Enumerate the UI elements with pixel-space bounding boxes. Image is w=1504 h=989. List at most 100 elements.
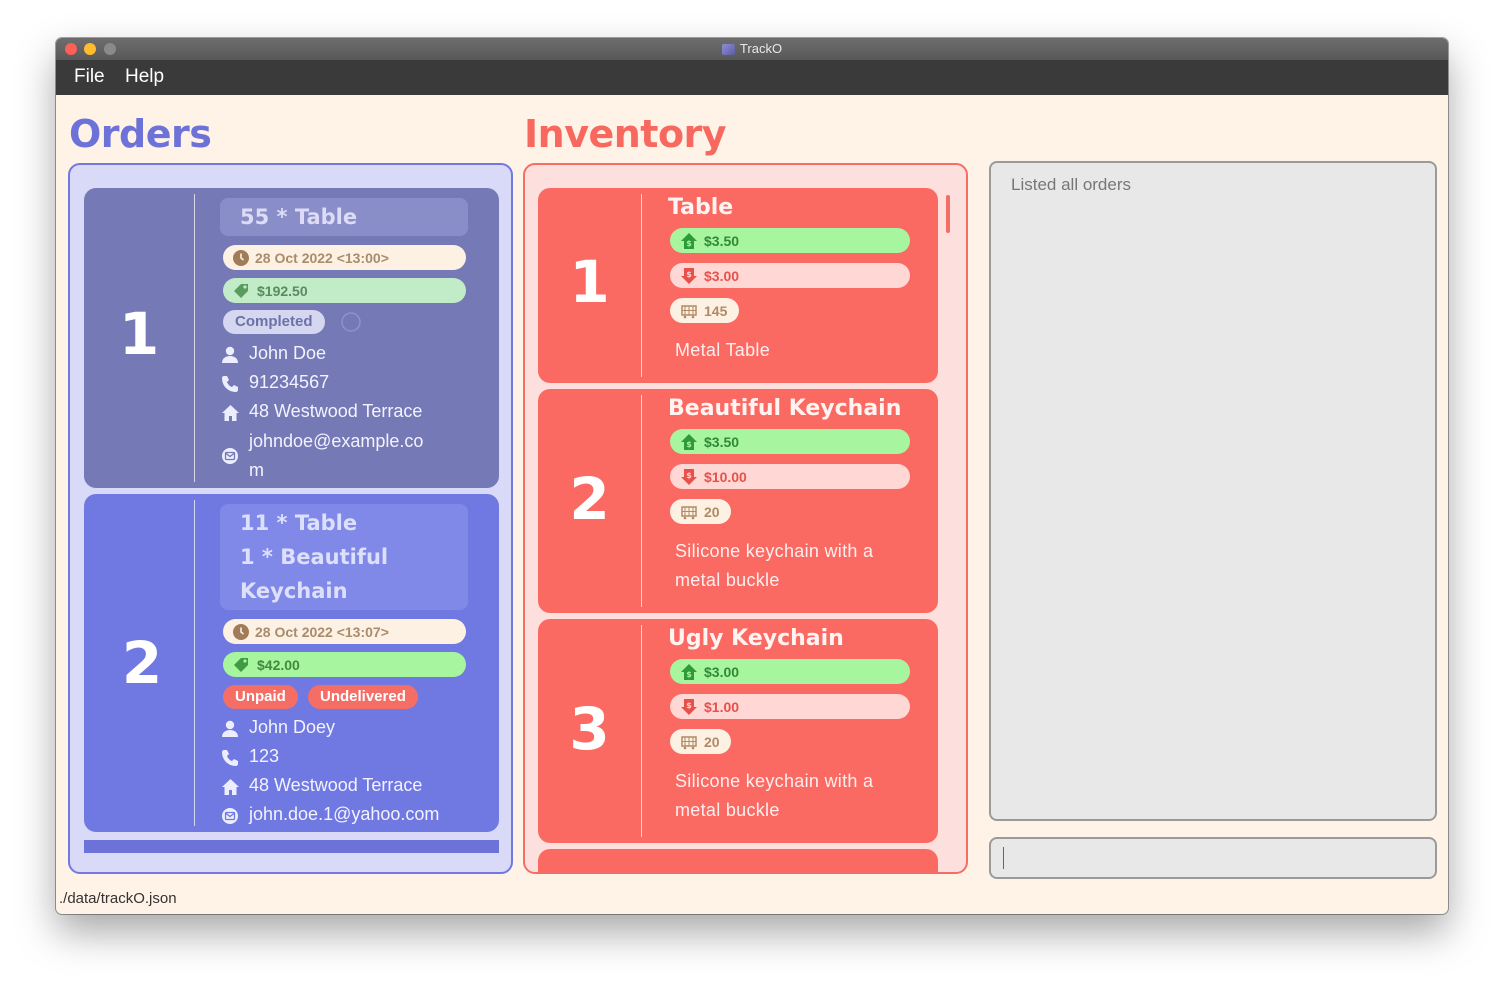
menu-file[interactable]: File <box>74 66 105 88</box>
customer-name-row: John Doey <box>220 717 335 738</box>
phone-row: 123 <box>220 746 279 767</box>
orders-heading: Orders <box>69 112 212 156</box>
svg-text:$: $ <box>686 270 692 279</box>
quantity-text: 145 <box>704 302 728 319</box>
minimize-window-button[interactable] <box>84 43 96 55</box>
result-message: Listed all orders <box>1011 175 1132 194</box>
order-items: 55 * Table <box>220 198 468 236</box>
phone-icon <box>222 376 238 392</box>
cost-price-text: $3.00 <box>704 267 740 284</box>
svg-text:$: $ <box>686 670 692 679</box>
item-description: Silicone keychain with a metal buckle <box>675 541 874 590</box>
cost-price-text: $10.00 <box>704 468 747 485</box>
vertical-scrollbar[interactable] <box>946 195 950 233</box>
card-divider <box>641 194 642 377</box>
order-index: 1 <box>118 300 160 368</box>
order-date-text: 28 Oct 2022 <13:00> <box>255 249 389 266</box>
customer-address: 48 Westwood Terrace <box>249 775 423 795</box>
phone-icon <box>222 750 238 766</box>
status-badge-unpaid: Unpaid <box>223 685 298 709</box>
sell-price-text: $3.50 <box>704 433 740 450</box>
cost-price-icon: $ <box>681 698 697 715</box>
zoom-window-button[interactable] <box>104 43 116 55</box>
order-list-panel[interactable]: 1 55 * Table 28 Oct 2022 <13:00> $192.50… <box>68 163 513 874</box>
home-icon <box>221 779 239 795</box>
item-description: Metal Table <box>675 340 771 360</box>
order-card[interactable]: 1 55 * Table 28 Oct 2022 <13:00> $192.50… <box>84 188 499 488</box>
quantity: 20 <box>670 499 731 524</box>
address-row: 48 Westwood Terrace <box>220 401 422 422</box>
inventory-card[interactable]: 1 Table $ $3.50 $ $3.00 145 Metal Table <box>538 188 938 383</box>
svg-text:$: $ <box>686 239 692 248</box>
status-badge-undelivered: Undelivered <box>308 685 418 709</box>
customer-email: john.doe.1@yahoo.com <box>249 804 440 824</box>
cost-price-icon: $ <box>681 267 697 284</box>
quantity-text: 20 <box>704 503 720 520</box>
customer-address: 48 Westwood Terrace <box>249 401 423 421</box>
cost-price-text: $1.00 <box>704 698 740 715</box>
person-icon <box>222 720 238 737</box>
item-name: Ugly Keychain <box>668 626 844 651</box>
command-input[interactable] <box>989 837 1437 879</box>
cost-price: $ $10.00 <box>670 464 910 489</box>
price-tag-icon <box>234 283 248 298</box>
quantity: 145 <box>670 298 739 323</box>
inventory-card[interactable]: 2 Beautiful Keychain $ $3.50 $ $10.00 20… <box>538 389 938 613</box>
email-icon <box>222 808 238 824</box>
price-tag-icon <box>234 657 248 672</box>
email-row: johndoe@example.co​m <box>220 430 425 485</box>
cost-price: $ $3.00 <box>670 263 910 288</box>
result-display: Listed all orders <box>989 161 1437 821</box>
sell-price: $ $3.50 <box>670 228 910 253</box>
app-window: TrackO File Help Orders Inventory 1 55 *… <box>56 38 1448 914</box>
quantity-text: 20 <box>704 733 720 750</box>
item-index: 1 <box>569 248 610 316</box>
inventory-list-panel[interactable]: 1 Table $ $3.50 $ $3.00 145 Metal Table … <box>523 163 968 874</box>
order-index: 2 <box>121 629 163 697</box>
status-bar-file-path: ./data/trackO.json <box>59 890 177 907</box>
card-divider <box>641 625 642 837</box>
order-total: $42.00 <box>223 652 466 677</box>
email-icon <box>222 448 238 464</box>
sell-price: $ $3.00 <box>670 659 910 684</box>
sell-price-icon: $ <box>681 232 697 249</box>
item-description: Silicone keychain with a metal buckle <box>675 771 874 820</box>
cost-price: $ $1.00 <box>670 694 910 719</box>
svg-text:$: $ <box>686 701 692 710</box>
card-divider <box>641 395 642 607</box>
app-icon <box>721 43 735 55</box>
horizontal-scrollbar[interactable] <box>84 840 499 853</box>
item-name: Table <box>668 195 734 220</box>
status-badge-completed: Completed <box>223 310 325 334</box>
order-date: 28 Oct 2022 <13:00> <box>223 245 466 270</box>
inventory-card[interactable]: 3 Ugly Keychain $ $3.00 $ $1.00 20 Silic… <box>538 619 938 843</box>
customer-name: John Doey <box>249 717 336 737</box>
sell-price-text: $3.50 <box>704 232 740 249</box>
order-card[interactable]: 2 11 * Table 1 * Beautiful Keychain 28 O… <box>84 494 499 832</box>
phone-row: 91234567 <box>220 372 329 393</box>
order-item: Keychain <box>240 579 348 603</box>
title-bar: TrackO <box>56 38 1448 60</box>
window-title: TrackO <box>739 41 783 56</box>
clock-icon <box>233 249 249 266</box>
inventory-heading: Inventory <box>524 112 727 156</box>
order-date-text: 28 Oct 2022 <13:07> <box>255 623 389 640</box>
order-item: 55 * Table <box>240 205 358 229</box>
inventory-card[interactable] <box>538 849 938 872</box>
quantity: 20 <box>670 729 731 754</box>
inventory-cart-icon <box>681 735 697 749</box>
sell-price: $ $3.50 <box>670 429 910 454</box>
sell-price-icon: $ <box>681 433 697 450</box>
cost-price-icon: $ <box>681 468 697 485</box>
item-index: 2 <box>569 465 610 533</box>
sell-price-text: $3.00 <box>704 663 740 680</box>
order-items: 11 * Table 1 * Beautiful Keychain <box>220 504 468 610</box>
home-icon <box>221 405 239 421</box>
customer-phone: 123 <box>249 746 280 766</box>
text-cursor <box>1003 847 1004 869</box>
checkmark-icon <box>341 312 361 332</box>
menu-help[interactable]: Help <box>125 66 164 88</box>
close-window-button[interactable] <box>65 43 77 55</box>
customer-name: John Doe <box>249 343 327 363</box>
order-date: 28 Oct 2022 <13:07> <box>223 619 466 644</box>
